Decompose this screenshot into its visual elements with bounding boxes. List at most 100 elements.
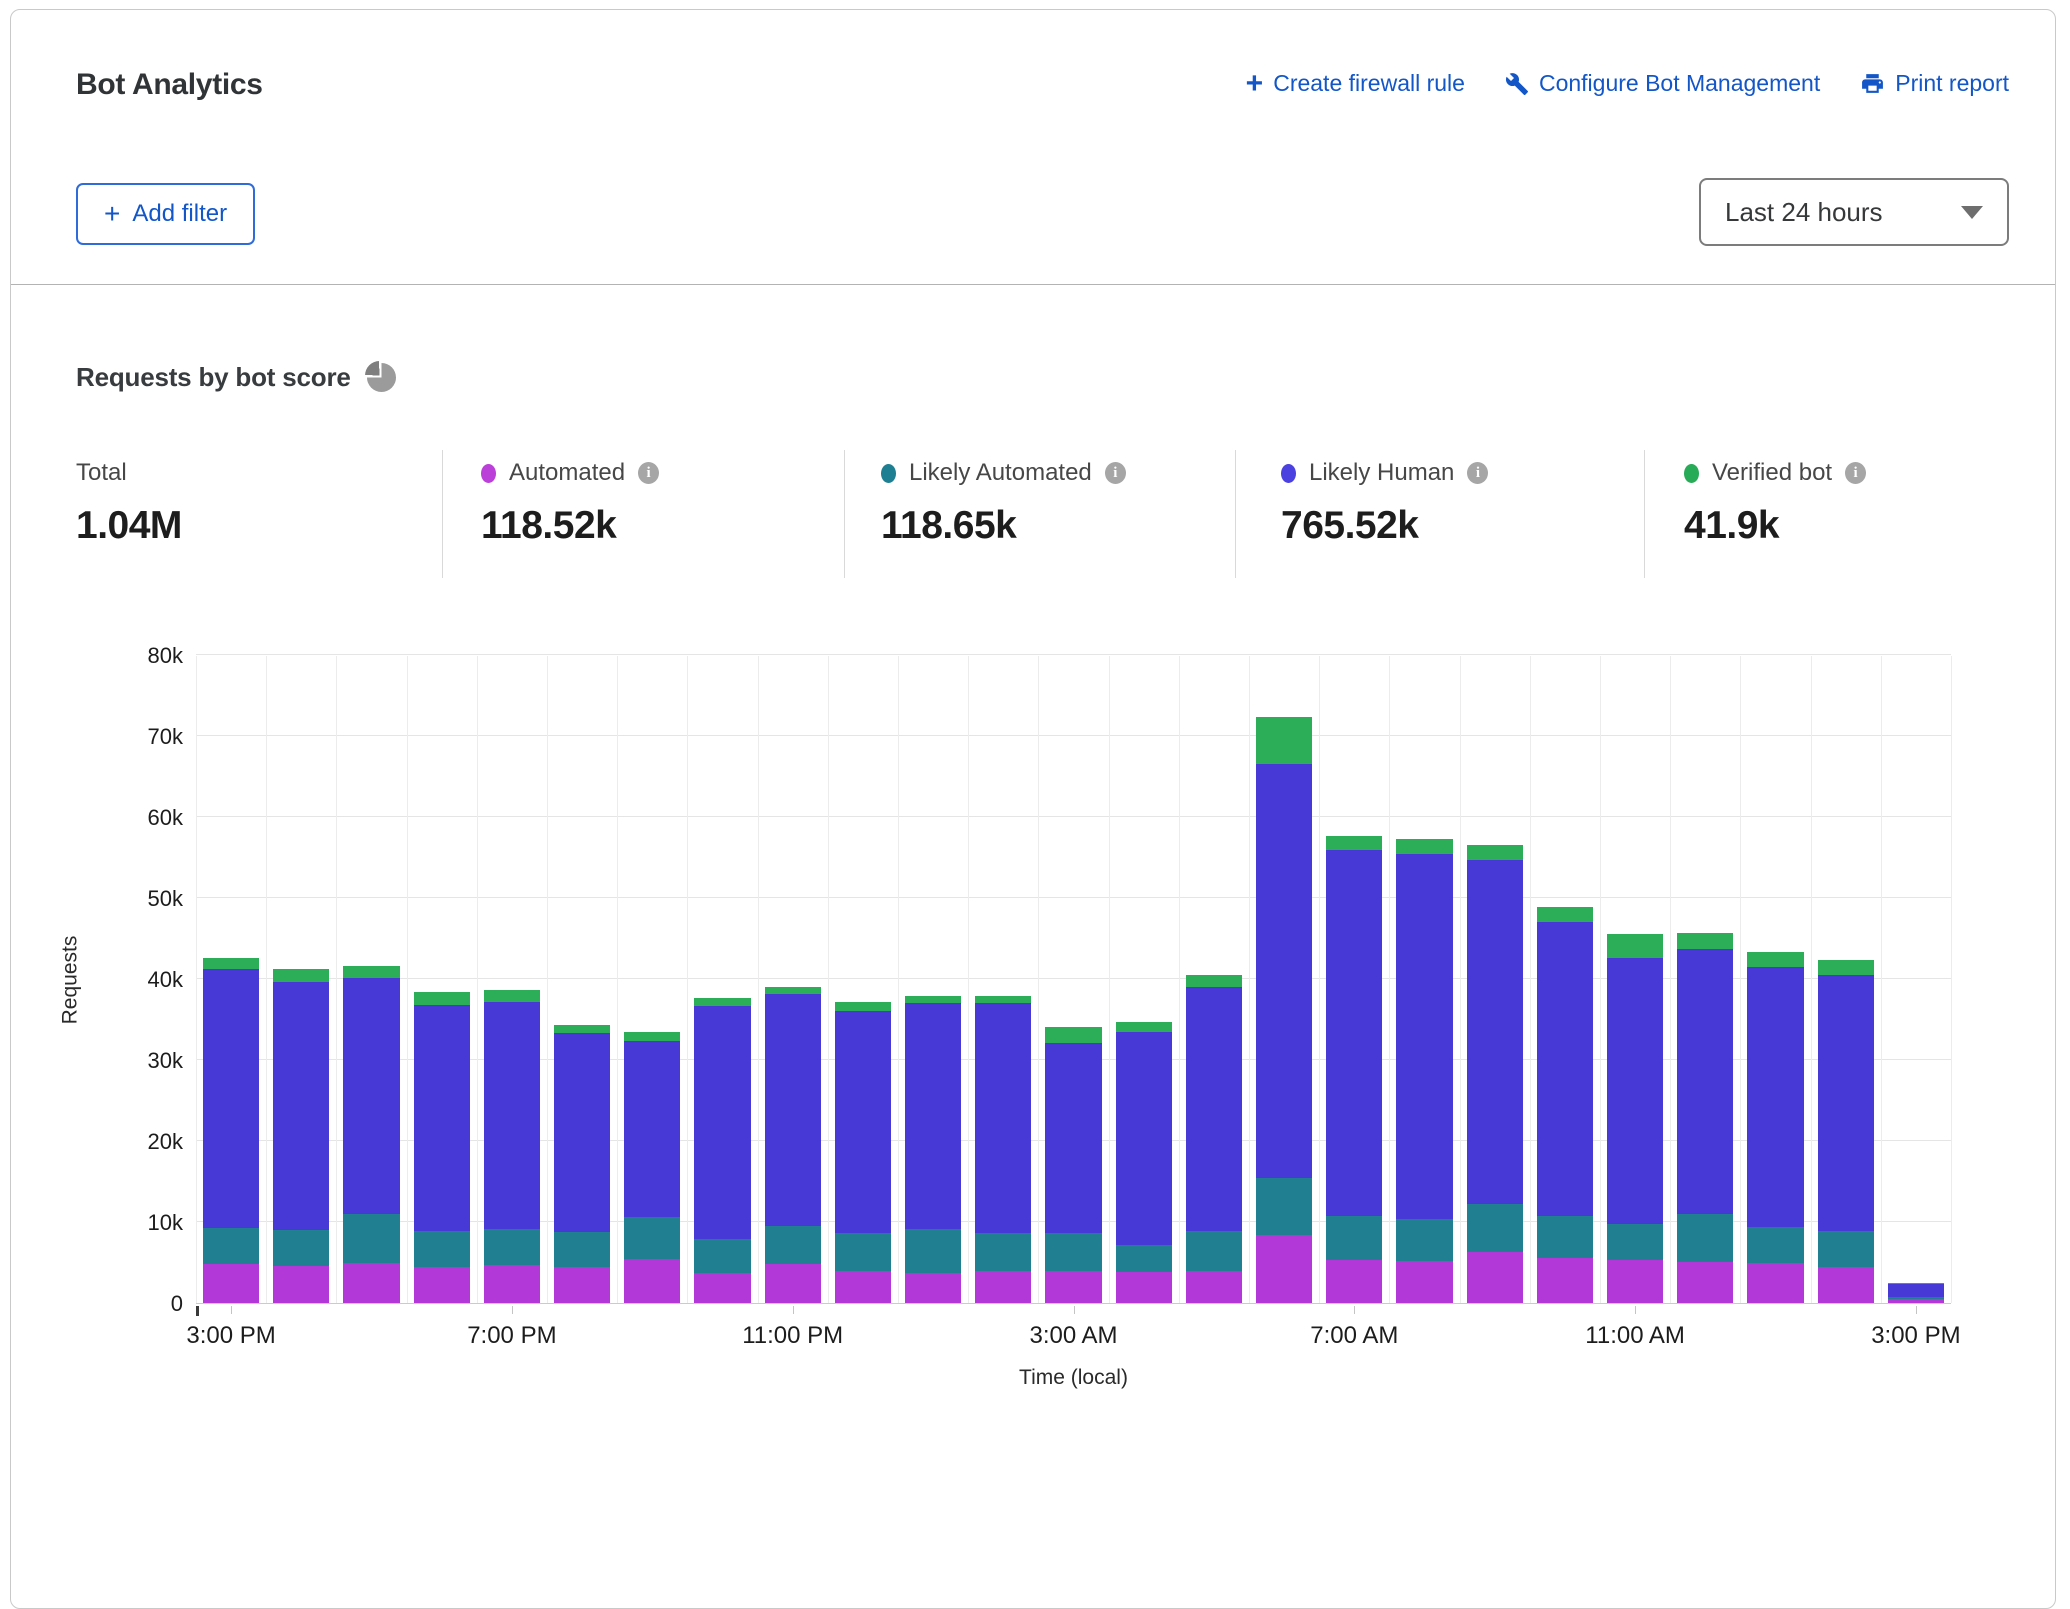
chart-bar-12[interactable] bbox=[1045, 1027, 1101, 1303]
bar-segment-likely-automated bbox=[835, 1233, 891, 1272]
bar-segment-automated bbox=[1677, 1262, 1733, 1303]
chart-bar-10[interactable] bbox=[905, 996, 961, 1303]
bar-segment-automated bbox=[975, 1271, 1031, 1303]
bar-segment-likely-human bbox=[1326, 850, 1382, 1215]
x-tick-label: 7:00 PM bbox=[467, 1322, 556, 1350]
likely-human-legend-dot bbox=[1281, 464, 1296, 483]
chart-bar-4[interactable] bbox=[484, 990, 540, 1303]
create-firewall-rule-link[interactable]: + Create firewall rule bbox=[1246, 70, 1465, 97]
configure-bot-management-link[interactable]: Configure Bot Management bbox=[1505, 70, 1820, 97]
v-gridline bbox=[828, 656, 829, 1303]
chart-bar-6[interactable] bbox=[624, 1032, 680, 1303]
chart-bar-18[interactable] bbox=[1467, 845, 1523, 1303]
y-axis-tick-labels: 010k20k30k40k50k60k70k80k bbox=[71, 656, 183, 1304]
bar-segment-likely-automated bbox=[624, 1217, 680, 1259]
chart-bar-20[interactable] bbox=[1607, 934, 1663, 1303]
chart-bar-11[interactable] bbox=[975, 996, 1031, 1303]
y-tick-label: 10k bbox=[148, 1210, 183, 1236]
info-icon[interactable]: i bbox=[1845, 462, 1866, 484]
chart-bar-22[interactable] bbox=[1747, 952, 1803, 1304]
chart-bar-13[interactable] bbox=[1116, 1022, 1172, 1303]
bar-segment-likely-human bbox=[1467, 860, 1523, 1204]
v-gridline bbox=[1600, 656, 1601, 1303]
v-gridline bbox=[1811, 656, 1812, 1303]
stat-verified-bot: Verified bot i 41.9k bbox=[1684, 458, 1866, 548]
chart-bar-14[interactable] bbox=[1186, 975, 1242, 1303]
stat-likely-automated-value: 118.65k bbox=[881, 504, 1126, 548]
v-gridline bbox=[1460, 656, 1461, 1303]
chart-bar-24[interactable] bbox=[1888, 1283, 1944, 1303]
chart-bar-5[interactable] bbox=[554, 1025, 610, 1303]
chart-bar-7[interactable] bbox=[694, 998, 750, 1303]
v-gridline bbox=[617, 656, 618, 1303]
x-tick-mark bbox=[512, 1306, 513, 1314]
bar-segment-verified-bot bbox=[835, 1002, 891, 1012]
chart-bar-8[interactable] bbox=[765, 987, 821, 1303]
bar-segment-likely-automated bbox=[1186, 1231, 1242, 1272]
info-icon[interactable]: i bbox=[1467, 462, 1488, 484]
bar-segment-automated bbox=[1467, 1252, 1523, 1303]
chart-bar-9[interactable] bbox=[835, 1002, 891, 1303]
chart-bar-16[interactable] bbox=[1326, 836, 1382, 1303]
plus-icon: + bbox=[104, 203, 120, 225]
bar-segment-automated bbox=[624, 1259, 680, 1303]
chart-bar-0[interactable] bbox=[203, 958, 259, 1303]
x-tick-mark bbox=[231, 1306, 232, 1314]
stat-total-value: 1.04M bbox=[76, 504, 182, 548]
v-gridline bbox=[758, 656, 759, 1303]
stat-total: Total 1.04M bbox=[76, 458, 182, 548]
y-tick-label: 40k bbox=[148, 967, 183, 993]
bar-segment-verified-bot bbox=[905, 996, 961, 1003]
y-tick-label: 20k bbox=[148, 1129, 183, 1155]
x-tick-label: 7:00 AM bbox=[1310, 1322, 1398, 1350]
bar-segment-automated bbox=[1747, 1263, 1803, 1303]
bar-segment-automated bbox=[1888, 1299, 1944, 1303]
bar-segment-automated bbox=[1537, 1258, 1593, 1303]
info-icon[interactable]: i bbox=[1105, 462, 1126, 484]
bar-segment-verified-bot bbox=[273, 969, 329, 982]
chart-bar-17[interactable] bbox=[1396, 839, 1452, 1303]
time-range-dropdown[interactable]: Last 24 hours bbox=[1699, 178, 2009, 246]
bar-segment-automated bbox=[1818, 1267, 1874, 1303]
chart-bar-19[interactable] bbox=[1537, 907, 1593, 1303]
stat-total-label: Total bbox=[76, 459, 127, 487]
v-gridline bbox=[1951, 656, 1952, 1303]
bar-segment-verified-bot bbox=[1186, 975, 1242, 987]
v-gridline bbox=[1740, 656, 1741, 1303]
bar-segment-likely-automated bbox=[1607, 1224, 1663, 1260]
bar-segment-likely-automated bbox=[1818, 1231, 1874, 1267]
bar-segment-verified-bot bbox=[1396, 839, 1452, 854]
y-tick-label: 50k bbox=[148, 886, 183, 912]
bar-segment-verified-bot bbox=[1607, 934, 1663, 958]
chart-bar-15[interactable] bbox=[1256, 717, 1312, 1303]
chart-bar-21[interactable] bbox=[1677, 933, 1733, 1303]
v-gridline bbox=[336, 656, 337, 1303]
bar-segment-verified-bot bbox=[554, 1025, 610, 1033]
print-report-link[interactable]: Print report bbox=[1860, 70, 2009, 97]
bar-segment-likely-human bbox=[1186, 987, 1242, 1231]
stat-likely-automated: Likely Automated i 118.65k bbox=[881, 458, 1126, 548]
bar-segment-likely-human bbox=[1818, 975, 1874, 1231]
x-axis-title: Time (local) bbox=[1019, 1366, 1128, 1390]
chart-bar-23[interactable] bbox=[1818, 960, 1874, 1303]
chart-bar-2[interactable] bbox=[343, 966, 399, 1303]
bar-segment-verified-bot bbox=[1045, 1027, 1101, 1043]
x-tick-label: 3:00 PM bbox=[186, 1322, 275, 1350]
info-icon[interactable]: i bbox=[638, 462, 659, 484]
bar-segment-likely-human bbox=[905, 1003, 961, 1229]
bar-segment-likely-automated bbox=[484, 1229, 540, 1265]
stat-likely-human-label: Likely Human bbox=[1309, 459, 1454, 487]
chart-bar-1[interactable] bbox=[273, 969, 329, 1303]
requests-by-bot-score-chart[interactable]: 3:00 PM7:00 PM11:00 PM3:00 AM7:00 AM11:0… bbox=[196, 656, 1951, 1304]
x-tick-label: 3:00 AM bbox=[1029, 1322, 1117, 1350]
likely-automated-legend-dot bbox=[881, 464, 896, 483]
bar-segment-automated bbox=[343, 1263, 399, 1304]
x-tick-label: 3:00 PM bbox=[1871, 1322, 1960, 1350]
bar-segment-automated bbox=[554, 1267, 610, 1303]
bar-segment-verified-bot bbox=[484, 990, 540, 1001]
add-filter-button[interactable]: + Add filter bbox=[76, 183, 255, 245]
chart-bar-3[interactable] bbox=[414, 992, 470, 1303]
bar-segment-likely-automated bbox=[765, 1226, 821, 1264]
stat-separator bbox=[1235, 450, 1236, 578]
stat-separator bbox=[442, 450, 443, 578]
